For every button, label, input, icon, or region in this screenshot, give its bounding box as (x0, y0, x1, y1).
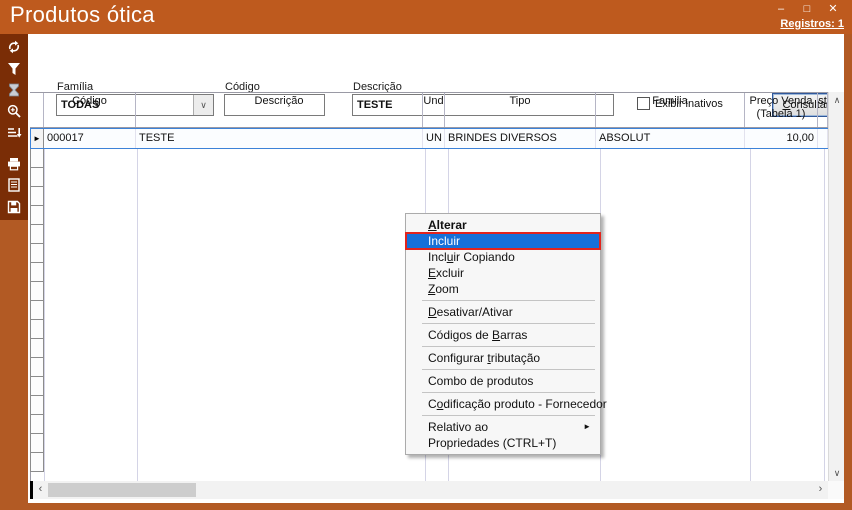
submenu-arrow-icon: ► (583, 419, 591, 435)
selector-cell (30, 187, 44, 206)
menu-item-desativar-ativar[interactable]: Desativar/Ativar (406, 304, 600, 320)
minimize-button-icon[interactable]: – (768, 0, 794, 18)
filter-icon[interactable] (5, 60, 23, 76)
selector-cell (30, 434, 44, 453)
selector-cell (30, 282, 44, 301)
sidebar-toolbar (0, 34, 28, 220)
window-border-right (844, 34, 852, 510)
context-menu: AlterarIncluirIncluir CopiandoExcluirZoo… (405, 213, 601, 455)
hourglass-icon[interactable] (5, 82, 23, 98)
grid-header: CódigoDescriçãoUndTipoFamiliaPreço Venda… (30, 93, 828, 128)
save-icon[interactable] (5, 199, 23, 215)
scroll-right-icon[interactable]: › (813, 481, 828, 499)
row-marker-icon: ► (31, 129, 44, 148)
column-header-und[interactable]: Und (423, 93, 445, 127)
menu-item-alterar[interactable]: Alterar (406, 217, 600, 233)
menu-item-propriedades-ctrl-t[interactable]: Propriedades (CTRL+T) (406, 435, 600, 451)
selector-cell (30, 415, 44, 434)
selector-cell (30, 244, 44, 263)
maximize-button-icon[interactable]: □ (794, 0, 820, 18)
report-icon[interactable] (5, 177, 23, 193)
menu-separator (422, 300, 595, 301)
window-border-bottom (0, 503, 852, 510)
selector-cell (30, 453, 44, 472)
column-header-codigo[interactable]: Código (44, 93, 136, 127)
registros-link[interactable]: Registros: 1 (780, 18, 844, 30)
menu-item-codigos-de-barras[interactable]: Códigos de Barras (406, 327, 600, 343)
menu-item-zoom[interactable]: Zoom (406, 281, 600, 297)
menu-item-codificacao-produto-fornecedor[interactable]: Codificação produto - Fornecedor (406, 396, 600, 412)
window-title: Produtos ótica (10, 2, 155, 28)
refresh-icon[interactable] (5, 39, 23, 55)
table-row[interactable]: ►000017TESTEUNBRINDES DIVERSOSABSOLUT10,… (30, 128, 829, 149)
selector-cell (30, 206, 44, 225)
app-window: Produtos ótica – □ ✕ Registros: 1 Famíli… (0, 0, 852, 510)
close-button-icon[interactable]: ✕ (820, 0, 846, 18)
hscroll-thumb[interactable] (48, 483, 196, 497)
column-header-tipo[interactable]: Tipo (445, 93, 596, 127)
selector-cell (30, 149, 44, 168)
menu-separator (422, 346, 595, 347)
cell-und[interactable]: UN (423, 129, 445, 148)
titlebar: Produtos ótica – □ ✕ Registros: 1 (0, 0, 852, 34)
column-header-preco_venda[interactable]: Preço Venda(Tabela 1) (745, 93, 818, 127)
scroll-left-icon[interactable]: ‹ (33, 481, 48, 499)
column-header-descricao[interactable]: Descrição (136, 93, 423, 127)
horizontal-scrollbar[interactable]: ‹ › (30, 481, 828, 499)
scroll-down-icon[interactable]: ∨ (829, 465, 845, 481)
selector-cell (30, 320, 44, 339)
menu-item-incluir[interactable]: Incluir (406, 233, 600, 249)
menu-item-incluir-copiando[interactable]: Incluir Copiando (406, 249, 600, 265)
selector-cell (30, 263, 44, 282)
selector-cell (30, 168, 44, 187)
selector-cell (30, 301, 44, 320)
menu-item-combo-de-produtos[interactable]: Combo de produtos (406, 373, 600, 389)
menu-item-relativo-ao[interactable]: Relativo ao► (406, 419, 600, 435)
cell-familia[interactable]: ABSOLUT (596, 129, 745, 148)
menu-item-excluir[interactable]: Excluir (406, 265, 600, 281)
window-controls: – □ ✕ (768, 0, 846, 18)
selector-cell (30, 358, 44, 377)
header-selector-cell (30, 93, 44, 127)
selector-cell (30, 377, 44, 396)
menu-separator (422, 392, 595, 393)
selector-cell (30, 225, 44, 244)
menu-separator (422, 369, 595, 370)
menu-separator (422, 323, 595, 324)
column-header-familia[interactable]: Familia (596, 93, 745, 127)
cell-preco_venda[interactable]: 10,00 (745, 129, 818, 148)
main-panel: Família TODAS ∨ Código Descrição Exibir … (28, 34, 844, 503)
zoom-icon[interactable] (5, 103, 23, 119)
menu-separator (422, 415, 595, 416)
selector-cell (30, 396, 44, 415)
column-header-partial[interactable]: st (818, 93, 828, 127)
selector-cell (30, 339, 44, 358)
print-icon[interactable] (5, 156, 23, 172)
vertical-scrollbar[interactable]: ∧ ∨ (828, 92, 844, 481)
scroll-up-icon[interactable]: ∧ (829, 92, 845, 108)
sort-icon[interactable] (5, 125, 23, 141)
cell-codigo[interactable]: 000017 (44, 129, 136, 148)
menu-item-configurar-tributacao[interactable]: Configurar tributação (406, 350, 600, 366)
cell-partial[interactable] (818, 129, 828, 148)
scrollbar-corner (828, 481, 844, 499)
cell-tipo[interactable]: BRINDES DIVERSOS (445, 129, 596, 148)
cell-descricao[interactable]: TESTE (136, 129, 423, 148)
record-selector-column (30, 149, 44, 472)
